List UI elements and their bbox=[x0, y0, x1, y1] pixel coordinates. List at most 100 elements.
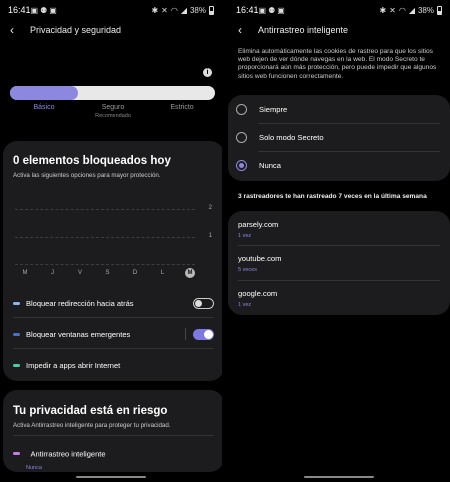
option-block-popups[interactable]: Bloquear ventanas emergentes bbox=[13, 325, 214, 343]
mute-icon: ✕ bbox=[161, 5, 168, 15]
tracker-count: 1 vez bbox=[238, 233, 252, 239]
level-secure-sublabel: Recomendado bbox=[95, 113, 131, 119]
gallery-icon: ▣ bbox=[49, 5, 57, 15]
option-secret-only[interactable]: Solo modo Secreto bbox=[236, 123, 442, 151]
block-redirect-toggle[interactable] bbox=[193, 297, 214, 309]
smart-antitracking-screen: 16:41 ▣ ⚉ ▣ ✱ ✕ ◠ ◢ 38% ‹ Antirrastreo i… bbox=[228, 0, 450, 482]
option-block-redirect-label: Bloquear redirección hacia atrás bbox=[26, 298, 134, 308]
status-bar: 16:41 ▣ ⚉ ▣ ✱ ✕ ◠ ◢ 38% bbox=[236, 4, 442, 16]
tracker-site: parsely.com bbox=[238, 220, 279, 229]
home-indicator[interactable] bbox=[76, 476, 146, 478]
home-indicator[interactable] bbox=[304, 476, 374, 478]
battery-icon bbox=[209, 5, 214, 15]
level-secure[interactable]: Seguro Recomendado bbox=[88, 104, 138, 119]
battery-icon bbox=[437, 5, 442, 15]
bluetooth-icon: ✱ bbox=[379, 5, 387, 15]
divider bbox=[238, 280, 440, 281]
back-arrow-icon[interactable]: ‹ bbox=[238, 23, 248, 37]
tracker-count: 1 vez bbox=[238, 302, 252, 308]
divider bbox=[13, 317, 214, 318]
option-always[interactable]: Siempre bbox=[236, 95, 442, 123]
privacy-risk-description: Activa Antirrastreo inteligente para pro… bbox=[13, 422, 171, 429]
battery-percent: 38% bbox=[189, 5, 206, 15]
chart-gridline bbox=[15, 209, 195, 210]
apps-dot-icon bbox=[13, 363, 20, 367]
antitracking-dot-icon bbox=[13, 452, 20, 456]
wifi-icon: ◠ bbox=[170, 5, 178, 15]
antitracking-value: Nunca bbox=[26, 465, 42, 471]
chart-baseline bbox=[15, 264, 195, 265]
tracker-site: youtube.com bbox=[238, 254, 282, 263]
option-block-redirect[interactable]: Bloquear redirección hacia atrás bbox=[13, 294, 214, 312]
page-title: Antirrastreo inteligente bbox=[258, 25, 349, 35]
chart-day-label: M bbox=[185, 268, 195, 278]
tracker-item[interactable]: google.com 1 vez bbox=[238, 289, 440, 308]
info-icon[interactable]: i bbox=[203, 68, 212, 77]
system-icons: ✱ ✕ ◠ ◢ 38% bbox=[379, 5, 442, 15]
back-arrow-icon[interactable]: ‹ bbox=[10, 23, 20, 37]
tracker-item[interactable]: parsely.com 1 vez bbox=[238, 220, 440, 239]
battery-percent: 38% bbox=[417, 5, 434, 15]
android-icon: ⚉ bbox=[40, 5, 48, 15]
gallery-icon: ▣ bbox=[30, 5, 39, 15]
privacy-risk-card: Tu privacidad está en riesgo Activa Anti… bbox=[3, 390, 222, 472]
divider bbox=[13, 348, 214, 349]
option-block-apps[interactable]: Impedir a apps abrir Internet bbox=[13, 356, 214, 374]
antitracking-options-card: Siempre Solo modo Secreto Nunca bbox=[228, 95, 450, 181]
gallery-icon: ▣ bbox=[258, 5, 267, 15]
trackers-summary: 3 rastreadores te han rastreado 7 veces … bbox=[238, 193, 427, 200]
protection-level-fill bbox=[10, 86, 78, 100]
protection-level-slider[interactable] bbox=[10, 86, 215, 100]
signal-icon: ◢ bbox=[408, 5, 415, 15]
secret-only-radio[interactable] bbox=[236, 131, 247, 143]
always-radio[interactable] bbox=[236, 103, 247, 115]
chart-day-label: L bbox=[160, 270, 165, 276]
option-never[interactable]: Nunca bbox=[236, 151, 442, 179]
level-secure-label: Seguro bbox=[101, 104, 125, 111]
tracker-site: google.com bbox=[238, 289, 278, 298]
level-strict[interactable]: Estricto bbox=[162, 104, 202, 111]
level-basic-label: Básico bbox=[33, 104, 55, 111]
chart-gridline bbox=[15, 236, 195, 238]
block-popups-toggle[interactable] bbox=[193, 328, 214, 340]
option-secret-only-label: Solo modo Secreto bbox=[259, 132, 324, 142]
page-title: Privacidad y seguridad bbox=[30, 25, 122, 35]
privacy-risk-title: Tu privacidad está en riesgo bbox=[13, 405, 168, 417]
chart-day-label: J bbox=[51, 270, 54, 276]
antitracking-setting-item[interactable]: Antirrastreo inteligente Nunca bbox=[13, 445, 214, 471]
privacy-security-screen: 16:41 ▣ ⚉ ▣ ✱ ✕ ◠ ◢ 38% ‹ Privacidad y s… bbox=[0, 0, 222, 482]
app-bar: ‹ Privacidad y seguridad bbox=[10, 22, 212, 38]
wifi-icon: ◠ bbox=[398, 5, 406, 15]
app-bar: ‹ Antirrastreo inteligente bbox=[238, 22, 440, 38]
separator bbox=[185, 328, 186, 340]
status-bar: 16:41 ▣ ⚉ ▣ ✱ ✕ ◠ ◢ 38% bbox=[8, 4, 214, 16]
popup-dot-icon bbox=[13, 332, 20, 336]
divider bbox=[13, 435, 214, 436]
status-time: 16:41 bbox=[236, 5, 259, 15]
antitracking-label: Antirrastreo inteligente bbox=[30, 449, 106, 459]
blocked-card-description: Activa las siguientes opciones para mayo… bbox=[13, 172, 161, 179]
chart-day-label: M bbox=[22, 270, 28, 276]
redirect-dot-icon bbox=[13, 301, 20, 305]
system-icons: ✱ ✕ ◠ ◢ 38% bbox=[151, 5, 214, 15]
divider bbox=[238, 245, 440, 246]
option-block-apps-label: Impedir a apps abrir Internet bbox=[26, 360, 121, 370]
option-always-label: Siempre bbox=[259, 104, 288, 114]
tracker-item[interactable]: youtube.com 5 veces bbox=[238, 254, 440, 273]
never-radio[interactable] bbox=[236, 159, 247, 171]
gallery-icon: ▣ bbox=[277, 5, 285, 15]
mute-icon: ✕ bbox=[389, 5, 396, 15]
notification-icons: ▣ ⚉ ▣ bbox=[259, 6, 285, 15]
level-strict-label: Estricto bbox=[170, 104, 194, 111]
signal-icon: ◢ bbox=[180, 5, 187, 15]
chart-day-label: V bbox=[77, 270, 82, 276]
chart-day-label: D bbox=[132, 270, 138, 276]
status-time: 16:41 bbox=[8, 5, 31, 15]
blocked-count-title: 0 elementos bloqueados hoy bbox=[13, 155, 171, 167]
chart-ytick-label: 2 bbox=[208, 205, 212, 211]
bluetooth-icon: ✱ bbox=[151, 5, 159, 15]
android-icon: ⚉ bbox=[268, 5, 276, 15]
chart-day-label: S bbox=[105, 270, 110, 276]
level-basic[interactable]: Básico bbox=[24, 104, 64, 111]
trackers-list-card: parsely.com 1 vez youtube.com 5 veces go… bbox=[228, 211, 450, 315]
